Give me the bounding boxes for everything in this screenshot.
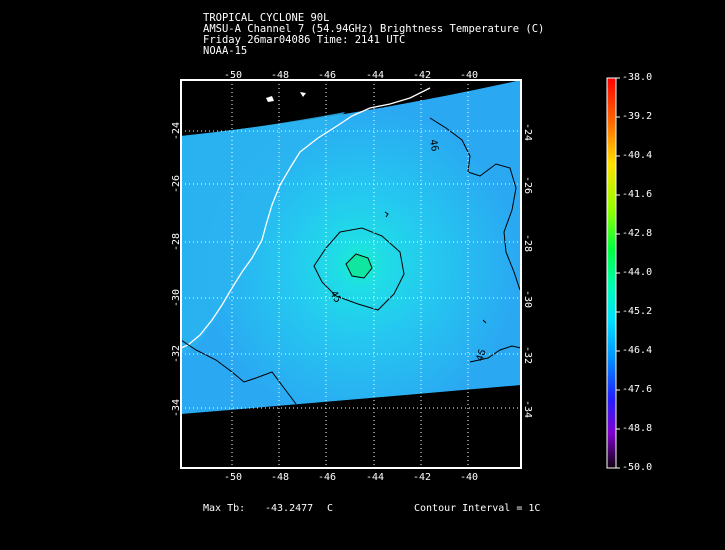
colorbar-label: -44.0 [622,267,653,278]
lat-right-label: -28 [522,234,533,252]
lat-left-label: -28 [171,233,182,251]
lon-top-label: -48 [271,70,289,81]
lon-top-label: -50 [224,70,242,81]
lon-bottom-label: -42 [413,472,431,483]
colorbar [606,77,617,469]
brightness-map: 45 46 46 -50 -48 -46 -44 -42 -40 -50 -48… [171,70,620,483]
max-tb-value: -43.2477 [265,503,314,514]
lat-right-label: -24 [522,123,533,141]
max-tb-label: Max Tb: [203,503,246,514]
colorbar-label: -45.2 [622,306,653,317]
colorbar-label: -40.4 [622,150,653,161]
lat-left-label: -26 [171,175,182,193]
colorbar-label: -48.8 [622,423,653,434]
lat-right-label: -32 [522,346,533,364]
colorbar-label: -50.0 [622,462,653,473]
contour-label-46-north: 46 [427,139,440,153]
lon-bottom-label: -46 [318,472,336,483]
lat-right-label: -26 [522,176,533,194]
colorbar-label: -47.6 [622,384,653,395]
contour-interval: Contour Interval = 1C [414,503,541,514]
lat-left-label: -24 [171,122,182,140]
lat-right-label: -34 [522,400,533,418]
colorbar-label: -38.0 [622,72,653,83]
lon-top-label: -46 [318,70,336,81]
lon-bottom-label: -40 [460,472,478,483]
lon-bottom-label: -48 [271,472,289,483]
lon-bottom-label: -50 [224,472,242,483]
lon-top-label: -44 [366,70,384,81]
lat-right-label: -30 [522,290,533,308]
colorbar-label: -42.8 [622,228,653,239]
colorbar-ticks [616,77,620,469]
colorbar-label: -46.4 [622,345,653,356]
colorbar-label: -41.6 [622,189,653,200]
colorbar-label: -39.2 [622,111,653,122]
lon-bottom-label: -44 [366,472,384,483]
lat-left-label: -34 [171,399,182,417]
max-tb-unit: C [327,503,334,514]
lat-left-label: -32 [171,345,182,363]
lon-top-label: -42 [413,70,431,81]
lon-top-label: -40 [460,70,478,81]
lat-left-label: -30 [171,289,182,307]
